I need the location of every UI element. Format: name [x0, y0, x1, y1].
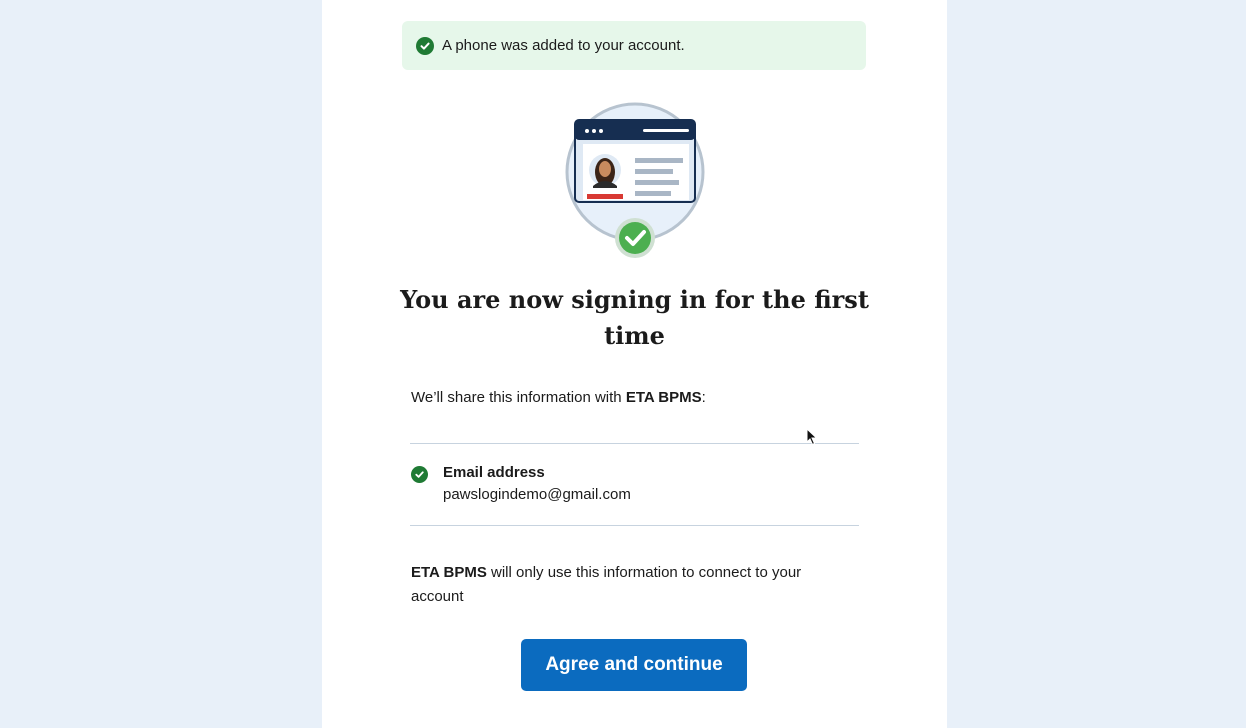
divider [410, 525, 859, 526]
attribute-email: Email address pawslogindemo@gmail.com [411, 463, 631, 507]
agree-and-continue-button[interactable]: Agree and continue [521, 639, 747, 691]
partner-name: ETA BPMS [411, 564, 487, 581]
share-statement: We’ll share this information with ETA BP… [411, 389, 706, 406]
usage-note: ETA BPMS will only use this information … [411, 561, 831, 609]
mouse-cursor-icon [806, 427, 818, 451]
share-suffix: : [701, 389, 706, 406]
share-prefix: We’ll share this information with [411, 389, 626, 406]
divider [410, 443, 859, 444]
id-card-verified-illustration [563, 100, 708, 262]
attribute-value: pawslogindemo@gmail.com [443, 486, 631, 503]
check-circle-icon [411, 466, 428, 483]
page-title: You are now signing in for the first tim… [400, 285, 869, 350]
alert-text: A phone was added to your account. [442, 37, 685, 54]
attribute-label: Email address [443, 464, 545, 481]
success-alert: A phone was added to your account. [402, 21, 866, 70]
consent-card: A phone was added to your account. You a… [322, 0, 947, 728]
check-circle-icon [416, 36, 434, 55]
partner-name: ETA BPMS [625, 389, 702, 406]
